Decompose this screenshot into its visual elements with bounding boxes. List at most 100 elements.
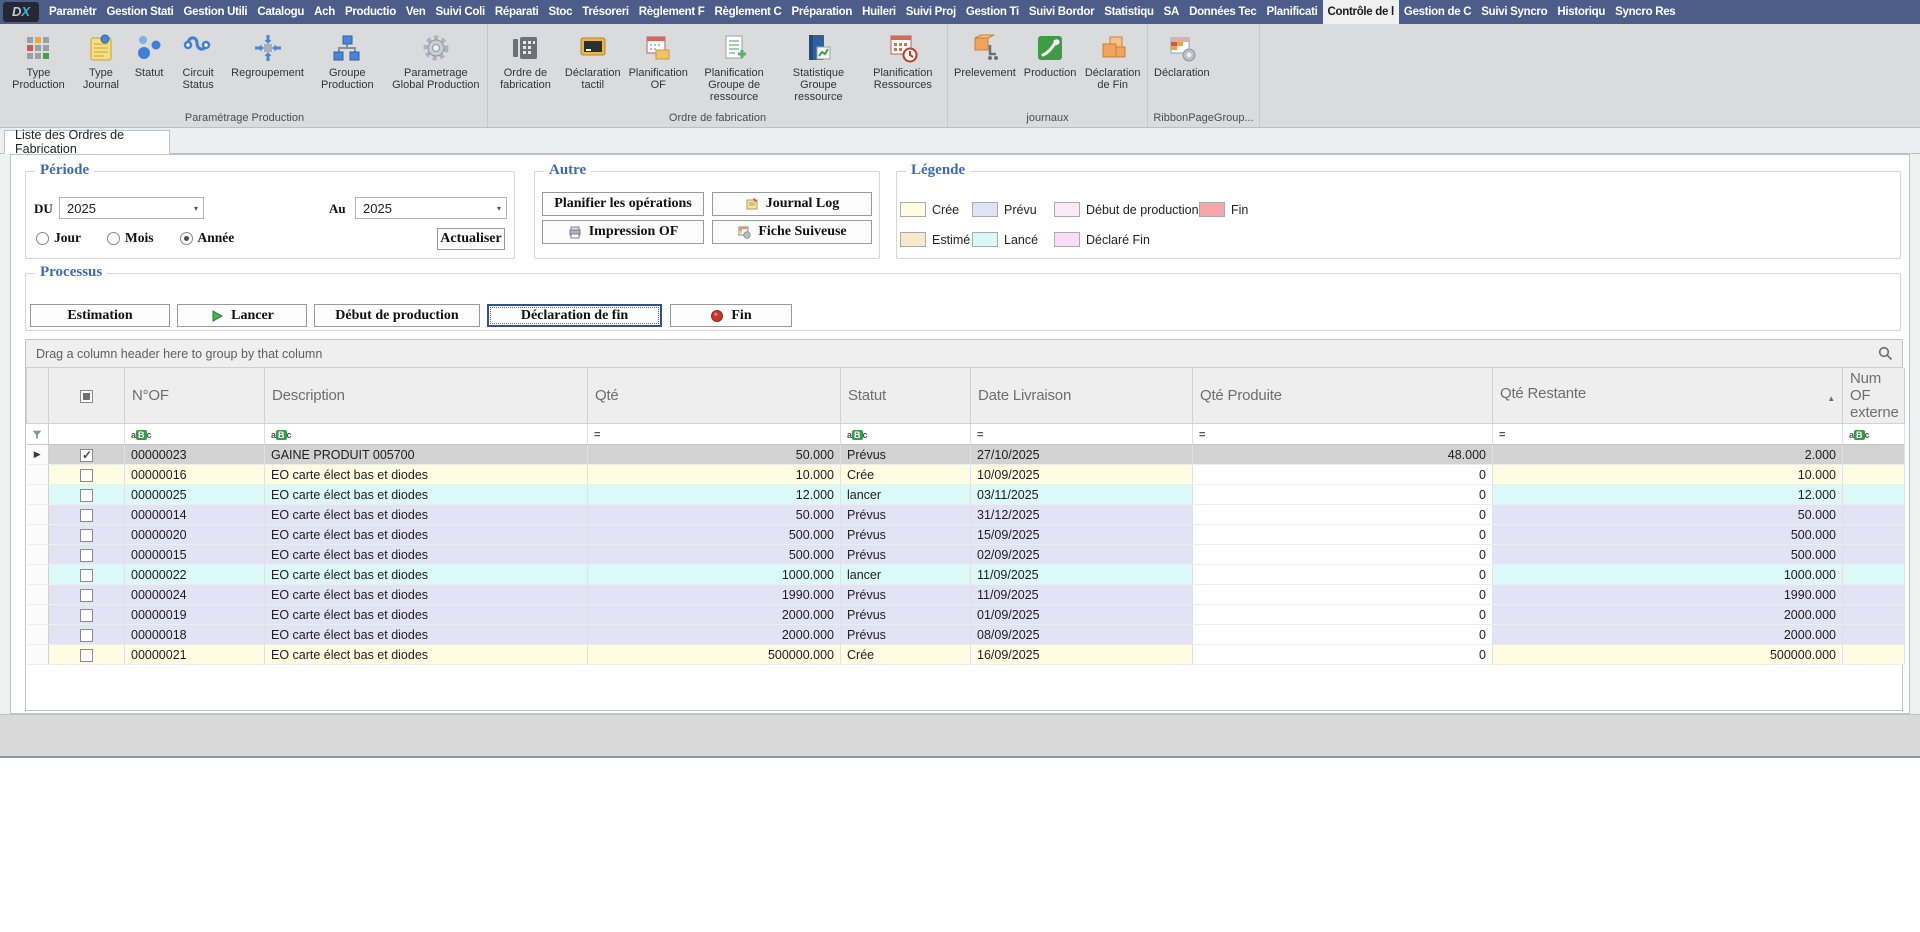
- menu-item-donn-es-tec[interactable]: Données Tec: [1184, 0, 1261, 24]
- menu-item-catalogu[interactable]: Catalogu: [252, 0, 309, 24]
- menu-item-tr-soreri[interactable]: Trésoreri: [577, 0, 634, 24]
- radio-mois[interactable]: Mois: [107, 230, 154, 246]
- row-checkbox-cell[interactable]: [49, 445, 125, 465]
- table-row[interactable]: 00000022EO carte élect bas et diodes1000…: [27, 565, 1905, 585]
- menu-item-r-glement-c[interactable]: Règlement C: [710, 0, 787, 24]
- column-header-qt-produite[interactable]: Qté Produite: [1193, 368, 1493, 424]
- menu-item-stoc[interactable]: Stoc: [544, 0, 578, 24]
- menu-item-syncro-res[interactable]: Syncro Res: [1610, 0, 1680, 24]
- select-all-checkbox-cell[interactable]: [49, 368, 125, 424]
- column-header-qt-restante[interactable]: ▲Qté Restante: [1493, 368, 1843, 424]
- menu-item-suivi-proj[interactable]: Suivi Proj: [901, 0, 961, 24]
- radio-icon[interactable]: [107, 232, 120, 245]
- impression-of-button[interactable]: Impression OF: [542, 220, 704, 244]
- row-checkbox[interactable]: [80, 649, 93, 662]
- menu-item-pr-paration[interactable]: Préparation: [787, 0, 858, 24]
- menu-item-ach[interactable]: Ach: [309, 0, 340, 24]
- table-row[interactable]: 00000018EO carte élect bas et diodes2000…: [27, 625, 1905, 645]
- lancer-button[interactable]: Lancer: [177, 304, 307, 327]
- menu-item-gestion-utili[interactable]: Gestion Utili: [179, 0, 253, 24]
- row-checkbox-cell[interactable]: [49, 625, 125, 645]
- ribbon-button-regroupement[interactable]: Regroupement: [227, 30, 308, 81]
- table-row[interactable]: 00000015EO carte élect bas et diodes500.…: [27, 545, 1905, 565]
- row-checkbox-cell[interactable]: [49, 565, 125, 585]
- row-checkbox[interactable]: [80, 629, 93, 642]
- d-but-de-production-button[interactable]: Début de production: [314, 304, 480, 327]
- row-checkbox-cell[interactable]: [49, 525, 125, 545]
- filter-funnel-icon[interactable]: [31, 429, 43, 441]
- row-checkbox[interactable]: [80, 589, 93, 602]
- column-header-qt-[interactable]: Qté: [588, 368, 841, 424]
- fiche-suiveuse-button[interactable]: Fiche Suiveuse: [712, 220, 872, 244]
- ribbon-button-parametrage-global[interactable]: Parametrage Global Production: [387, 30, 485, 93]
- menu-item-suivi-syncro[interactable]: Suivi Syncro: [1476, 0, 1552, 24]
- row-checkbox[interactable]: [80, 529, 93, 542]
- menu-item-historiqu[interactable]: Historiqu: [1552, 0, 1610, 24]
- table-row[interactable]: 00000021EO carte élect bas et diodes5000…: [27, 645, 1905, 665]
- journal-log-button[interactable]: Journal Log: [712, 192, 872, 216]
- chevron-down-icon[interactable]: ▾: [194, 204, 198, 213]
- table-row[interactable]: 00000024EO carte élect bas et diodes1990…: [27, 585, 1905, 605]
- column-header-num-of-externe[interactable]: Num OF externe: [1843, 368, 1905, 424]
- ribbon-button-ordre-fabrication[interactable]: Ordre de fabrication: [490, 30, 561, 93]
- radio-jour[interactable]: Jour: [36, 230, 81, 246]
- search-icon[interactable]: [1878, 346, 1894, 362]
- ribbon-button-type-journal[interactable]: Type Journal: [73, 30, 129, 93]
- menu-item-gestion-ti[interactable]: Gestion Ti: [961, 0, 1024, 24]
- ribbon-button-statut[interactable]: Statut: [129, 30, 169, 81]
- grid-group-panel[interactable]: Drag a column header here to group by th…: [26, 340, 1902, 368]
- filter-cell-qt-[interactable]: =: [588, 424, 841, 445]
- ribbon-button-circuit-status[interactable]: Circuit Status: [169, 30, 227, 93]
- ribbon-button-declaration[interactable]: Déclaration: [1150, 30, 1214, 81]
- filter-checkbox-cell[interactable]: [49, 424, 125, 445]
- table-row[interactable]: 00000016EO carte élect bas et diodes10.0…: [27, 465, 1905, 485]
- row-checkbox[interactable]: [80, 509, 93, 522]
- menu-item-planificati[interactable]: Planificati: [1262, 0, 1323, 24]
- row-checkbox[interactable]: [80, 449, 93, 462]
- fin-button[interactable]: Fin: [670, 304, 792, 327]
- row-checkbox[interactable]: [80, 609, 93, 622]
- column-header-n-of[interactable]: N°OF: [125, 368, 265, 424]
- filter-cell-n-of[interactable]: aBc: [125, 424, 265, 445]
- row-checkbox-cell[interactable]: [49, 465, 125, 485]
- menu-item-gestion-de-c[interactable]: Gestion de C: [1399, 0, 1476, 24]
- actualiser-button[interactable]: Actualiser: [437, 228, 505, 250]
- column-header-description[interactable]: Description: [265, 368, 588, 424]
- ribbon-button-planification-groupe[interactable]: Planification Groupe de ressource: [692, 30, 776, 105]
- ribbon-button-type-production[interactable]: Type Production: [4, 30, 73, 93]
- menu-item-param-tr[interactable]: Paramètr: [44, 0, 101, 24]
- du-year-combobox[interactable]: 2025 ▾: [59, 197, 204, 219]
- row-checkbox[interactable]: [80, 469, 93, 482]
- ribbon-button-planification-of[interactable]: Planification OF: [625, 30, 692, 93]
- radio-icon[interactable]: [180, 232, 193, 245]
- tab-liste-des-ordres-de-fabrication[interactable]: Liste des Ordres de Fabrication: [4, 130, 170, 154]
- table-row[interactable]: 00000014EO carte élect bas et diodes50.0…: [27, 505, 1905, 525]
- ribbon-button-planification-ressources[interactable]: Planification Ressources: [861, 30, 945, 93]
- menu-item-suivi-bordor[interactable]: Suivi Bordor: [1024, 0, 1099, 24]
- d-claration-de-fin-button[interactable]: Déclaration de fin: [487, 304, 662, 327]
- ribbon-button-production[interactable]: Production: [1020, 30, 1081, 81]
- table-row[interactable]: 00000019EO carte élect bas et diodes2000…: [27, 605, 1905, 625]
- filter-cell-qt-produite[interactable]: =: [1193, 424, 1493, 445]
- column-header-date-livraison[interactable]: Date Livraison: [971, 368, 1193, 424]
- planifier-les-op-rations-button[interactable]: Planifier les opérations: [542, 192, 704, 216]
- menu-item-r-parati[interactable]: Réparati: [490, 0, 544, 24]
- row-checkbox[interactable]: [80, 569, 93, 582]
- ribbon-button-declaration-tactil[interactable]: Déclaration tactil: [561, 30, 625, 93]
- estimation-button[interactable]: Estimation: [30, 304, 170, 327]
- row-checkbox-cell[interactable]: [49, 545, 125, 565]
- ribbon-button-statistique-groupe[interactable]: Statistique Groupe ressource: [776, 30, 860, 105]
- table-row[interactable]: 00000020EO carte élect bas et diodes500.…: [27, 525, 1905, 545]
- table-row[interactable]: ▶00000023GAINE PRODUIT 00570050.000Prévu…: [27, 445, 1905, 465]
- filter-funnel-cell[interactable]: [27, 424, 49, 445]
- select-all-checkbox[interactable]: [80, 390, 93, 403]
- filter-cell-date-livraison[interactable]: =: [971, 424, 1193, 445]
- table-row[interactable]: 00000025EO carte élect bas et diodes12.0…: [27, 485, 1905, 505]
- menu-item-statistiqu[interactable]: Statistiqu: [1099, 0, 1158, 24]
- menu-item-huileri[interactable]: Huileri: [857, 0, 901, 24]
- filter-cell-description[interactable]: aBc: [265, 424, 588, 445]
- radio-ann-e[interactable]: Année: [180, 230, 235, 246]
- row-checkbox-cell[interactable]: [49, 645, 125, 665]
- row-checkbox-cell[interactable]: [49, 605, 125, 625]
- menu-item-r-glement-f[interactable]: Règlement F: [634, 0, 710, 24]
